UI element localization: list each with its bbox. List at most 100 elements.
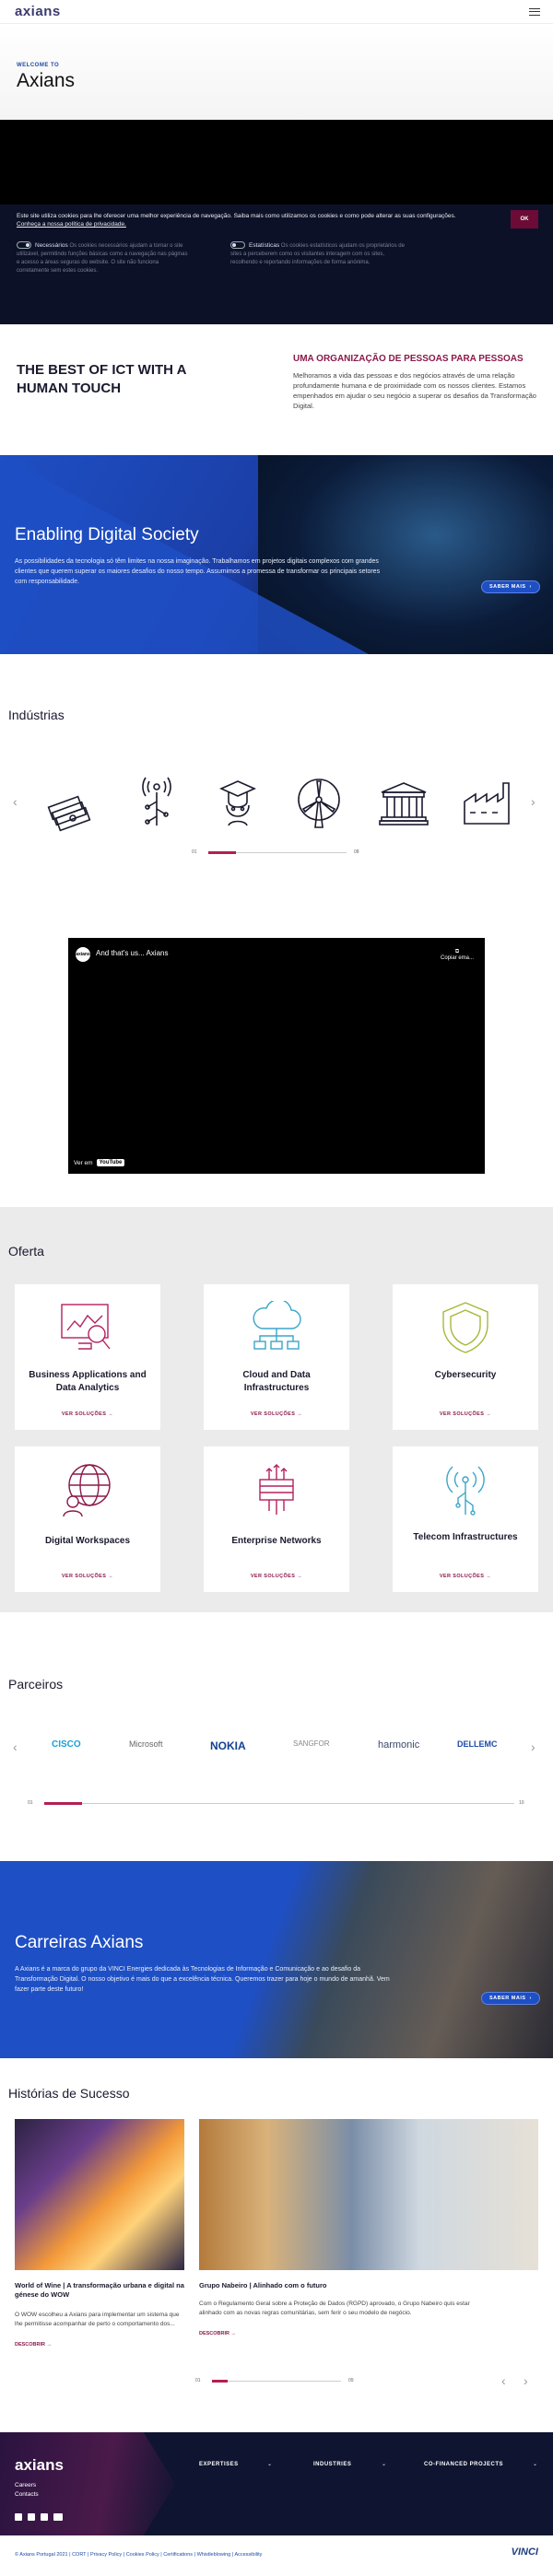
story-discover-link[interactable]: DESCOBRIR → — [199, 2331, 236, 2336]
industrias-title: Indústrias — [8, 708, 65, 722]
historias-counter-end: 09 — [348, 2378, 354, 2383]
story-title[interactable]: World of Wine | A transformação urbana e… — [15, 2281, 184, 2300]
youtube-icon[interactable] — [53, 2513, 63, 2521]
stories-prev-icon[interactable]: ‹ — [501, 2373, 506, 2388]
partner-logo-sangfor[interactable]: SANGFOR — [293, 1739, 330, 1748]
story-title[interactable]: Grupo Nabeiro | Alinhado com o futuro — [199, 2281, 531, 2290]
ver-solucoes-link[interactable]: VER SOLUÇÕES → — [15, 1574, 160, 1579]
cookie-option-necessary: Necessários Os cookies necessários ajuda… — [17, 241, 192, 275]
historias-counter-start: 01 — [195, 2378, 201, 2383]
footer-link-contacts[interactable]: Contacts — [15, 2491, 39, 2498]
chevron-down-icon[interactable]: ⌄ — [267, 2461, 272, 2467]
card-cybersecurity[interactable]: Cybersecurity VER SOLUÇÕES → — [393, 1284, 538, 1430]
card-digital-workspaces[interactable]: Digital Workspaces VER SOLUÇÕES → — [15, 1446, 160, 1592]
story-description: Com o Regulamento Geral sobre a Proteção… — [199, 2301, 470, 2316]
copy-link-button[interactable]: ⧉ Copiar ema... — [441, 949, 474, 961]
historias-progress[interactable] — [212, 2380, 341, 2383]
partner-logo-microsoft[interactable]: Microsoft — [129, 1739, 163, 1749]
watch-on-youtube[interactable]: Ver em YouTube — [74, 1159, 125, 1166]
government-building-icon[interactable] — [374, 774, 433, 833]
footer-link-careers[interactable]: Careers — [15, 2482, 36, 2488]
story-discover-link[interactable]: DESCOBRIR → — [15, 2342, 52, 2348]
cookie-banner: Este site utiliza cookies para lhe ofere… — [0, 205, 553, 324]
video-player[interactable]: axians And that's us... Axians ⧉ Copiar e… — [68, 938, 485, 1174]
carousel-next-icon[interactable]: › — [531, 794, 535, 809]
axians-logo[interactable]: axians — [15, 4, 61, 19]
link-cort[interactable]: CORT — [72, 2552, 86, 2558]
industrias-counter-end: 08 — [354, 849, 359, 855]
instagram-icon[interactable] — [41, 2513, 48, 2521]
link-whistleblowing[interactable]: Whistleblowing — [197, 2552, 231, 2558]
channel-avatar[interactable]: axians — [76, 947, 90, 962]
org-title: UMA ORGANIZAÇÃO DE PESSOAS PARA PESSOAS — [293, 354, 524, 364]
link-label: VER SOLUÇÕES — [61, 1411, 107, 1417]
arrow-right-icon: → — [230, 2331, 237, 2336]
parceiros-title: Parceiros — [8, 1677, 64, 1692]
link-label: VER SOLUÇÕES — [61, 1574, 107, 1579]
video-title[interactable]: And that's us... Axians — [96, 949, 168, 957]
carreiras-saber-mais-button[interactable]: SABER MAIS › — [481, 1992, 540, 2005]
enabling-digital-banner: Enabling Digital Society As possibilidad… — [0, 455, 553, 654]
agritech-icon[interactable] — [127, 774, 186, 833]
link-certifications[interactable]: Certifications — [163, 2552, 193, 2558]
education-icon[interactable] — [208, 774, 267, 833]
story-image-wow[interactable] — [15, 2119, 184, 2270]
card-enterprise-networks[interactable]: Enterprise Networks VER SOLUÇÕES → — [204, 1446, 349, 1592]
card-title: Telecom Infrastructures — [413, 1532, 518, 1542]
ver-solucoes-link[interactable]: VER SOLUÇÕES → — [393, 1574, 538, 1579]
chevron-down-icon[interactable]: ⌄ — [382, 2461, 386, 2467]
stats-toggle[interactable] — [230, 241, 245, 250]
story-description: O WOW escolheu a Axians para implementar… — [15, 2312, 180, 2327]
digital-saber-mais-button[interactable]: SABER MAIS › — [481, 580, 540, 593]
ver-solucoes-link[interactable]: VER SOLUÇÕES → — [204, 1574, 349, 1579]
arrow-right-icon: → — [486, 1411, 492, 1417]
analytics-icon — [61, 1304, 111, 1350]
carreiras-button-label: SABER MAIS — [489, 1996, 526, 2001]
footer-industries[interactable]: INDUSTRIES — [313, 2462, 351, 2467]
link-accessibility[interactable]: Accessibility — [234, 2552, 262, 2558]
partner-logo-dellemc[interactable]: DELLEMC — [457, 1739, 498, 1749]
chevron-down-icon[interactable]: ⌄ — [533, 2461, 537, 2467]
cookie-ok-button[interactable]: OK — [511, 210, 538, 228]
vinci-logo[interactable]: VINCI — [512, 2547, 538, 2558]
copy-icon: ⧉ — [454, 949, 460, 954]
money-icon[interactable] — [41, 774, 100, 833]
story-image-nabeiro[interactable] — [199, 2119, 538, 2270]
ver-solucoes-link[interactable]: VER SOLUÇÕES → — [393, 1411, 538, 1417]
link-cookies-policy[interactable]: Cookies Policy — [126, 2552, 159, 2558]
arrow-right-icon: → — [297, 1411, 303, 1417]
stories-next-icon[interactable]: › — [524, 2373, 528, 2388]
footer-logo[interactable]: axians — [15, 2456, 64, 2475]
privacy-policy-link[interactable]: Conheça a nossa política de privacidade. — [17, 221, 126, 228]
necessary-label: Necessários — [35, 242, 68, 249]
stats-label: Estatísticas — [249, 242, 280, 249]
link-label: DESCOBRIR — [15, 2342, 46, 2348]
copy-link-label: Copiar ema... — [440, 955, 474, 961]
partner-logo-harmonic[interactable]: harmonic — [378, 1739, 419, 1751]
arrow-right-icon: → — [108, 1411, 114, 1417]
facebook-icon[interactable] — [15, 2513, 22, 2521]
link-privacy-policy[interactable]: Privacy Policy — [90, 2552, 122, 2558]
footer-expertises[interactable]: EXPERTISES — [199, 2462, 239, 2467]
partner-logo-cisco[interactable]: CISCO — [52, 1739, 81, 1750]
partners-prev-icon[interactable]: ‹ — [13, 1739, 18, 1754]
card-telecom-infrastructures[interactable]: Telecom Infrastructures VER SOLUÇÕES → — [393, 1446, 538, 1592]
carousel-prev-icon[interactable]: ‹ — [13, 794, 18, 809]
linkedin-icon[interactable] — [28, 2513, 35, 2521]
card-cloud-infrastructures[interactable]: Cloud and Data Infrastructures VER SOLUÇ… — [204, 1284, 349, 1430]
link-label: VER SOLUÇÕES — [250, 1574, 296, 1579]
industrias-progress[interactable] — [208, 851, 347, 854]
oferta-title: Oferta — [8, 1244, 44, 1259]
network-icon — [259, 1464, 294, 1515]
partners-next-icon[interactable]: › — [531, 1739, 535, 1754]
parceiros-progress[interactable] — [44, 1802, 514, 1805]
card-business-applications[interactable]: Business Applications and Data Analytics… — [15, 1284, 160, 1430]
ver-solucoes-link[interactable]: VER SOLUÇÕES → — [204, 1411, 349, 1417]
wind-turbine-icon[interactable] — [289, 774, 348, 833]
factory-icon[interactable] — [457, 774, 516, 833]
footer-co-financed[interactable]: CO-FINANCED PROJECTS — [424, 2462, 503, 2467]
ver-solucoes-link[interactable]: VER SOLUÇÕES → — [15, 1411, 160, 1417]
partner-logo-nokia[interactable]: NOKIA — [210, 1739, 246, 1752]
menu-icon[interactable] — [529, 7, 540, 16]
necessary-toggle[interactable] — [17, 241, 31, 250]
